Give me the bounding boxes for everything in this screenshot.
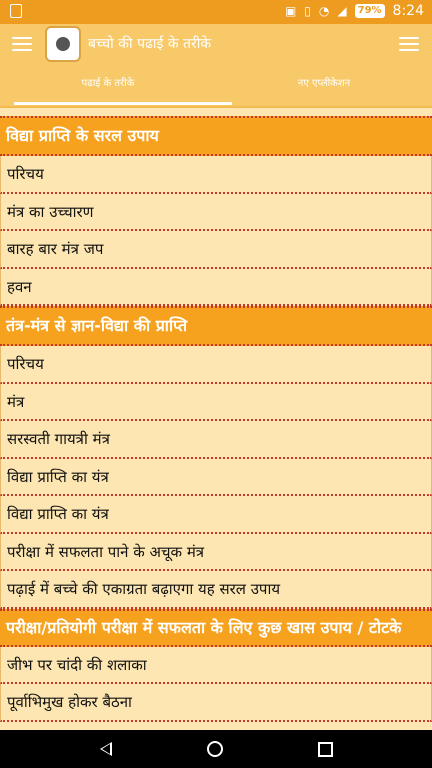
wifi-icon: ◔ bbox=[318, 4, 330, 18]
home-icon[interactable] bbox=[207, 741, 223, 757]
status-icons: ▣ ▯ ◔ ◢ 79% 8:24 bbox=[285, 3, 424, 19]
list-item[interactable]: मंत्र bbox=[0, 383, 432, 421]
list-item[interactable]: परीक्षा में सफलता पाने के अचूक मंत्र bbox=[0, 533, 432, 571]
tab-new-applications[interactable]: नए एप्लीकेशन bbox=[216, 64, 432, 108]
menu-icon[interactable] bbox=[12, 37, 32, 51]
clock: 8:24 bbox=[392, 3, 424, 19]
list-item[interactable]: परिचय bbox=[0, 346, 432, 384]
list-item[interactable]: परिचय bbox=[0, 156, 432, 194]
app-logo bbox=[45, 26, 81, 62]
list-item[interactable]: विद्या प्राप्ति का यंत्र bbox=[0, 496, 432, 534]
list-item[interactable]: विद्या प्राप्ति का यंत्र bbox=[0, 458, 432, 496]
tab-indicator bbox=[14, 102, 232, 105]
battery-indicator: 79% bbox=[354, 4, 385, 18]
list-item[interactable]: पूर्वाभिमुख होकर बैठना bbox=[0, 684, 432, 722]
status-bar: ▣ ▯ ◔ ◢ 79% 8:24 bbox=[0, 0, 432, 24]
list-item[interactable]: हवन bbox=[0, 268, 432, 306]
back-icon[interactable] bbox=[100, 742, 112, 756]
content-list[interactable]: विद्या प्राप्ति के सरल उपाय परिचय मंत्र … bbox=[0, 108, 432, 730]
signal-icon: ◢ bbox=[337, 4, 347, 18]
section-header: विद्या प्राप्ति के सरल उपाय bbox=[0, 116, 432, 156]
section-header: तंत्र-मंत्र से ज्ञान-विद्या की प्राप्ति bbox=[0, 306, 432, 346]
overflow-menu-icon[interactable] bbox=[399, 37, 419, 51]
list-item[interactable]: बारह बार मंत्र जप bbox=[0, 231, 432, 269]
tab-bar: पढाई के तरीके नए एप्लीकेशन bbox=[0, 64, 432, 108]
list-item[interactable]: पढ़ाई में बच्चे की एकाग्रता बढ़ाएगा यह स… bbox=[0, 571, 432, 609]
notification-icon bbox=[10, 4, 22, 18]
list-item[interactable]: सरस्वती गायत्री मंत्र bbox=[0, 421, 432, 459]
list-item[interactable]: मंत्र का उच्चारण bbox=[0, 193, 432, 231]
app-bar: बच्चो की पढाई के तरीके bbox=[0, 24, 432, 64]
list-item[interactable]: जीभ पर चांदी की शलाका bbox=[0, 646, 432, 684]
nfc-icon: ▣ bbox=[284, 4, 297, 18]
app-title: बच्चो की पढाई के तरीके bbox=[88, 36, 212, 52]
vibrate-icon: ▯ bbox=[304, 4, 311, 18]
system-nav-bar bbox=[0, 730, 432, 768]
recent-apps-icon[interactable] bbox=[318, 742, 333, 757]
section-header: परीक्षा/प्रतियोगी परीक्षा में सफलता के ल… bbox=[0, 608, 432, 647]
